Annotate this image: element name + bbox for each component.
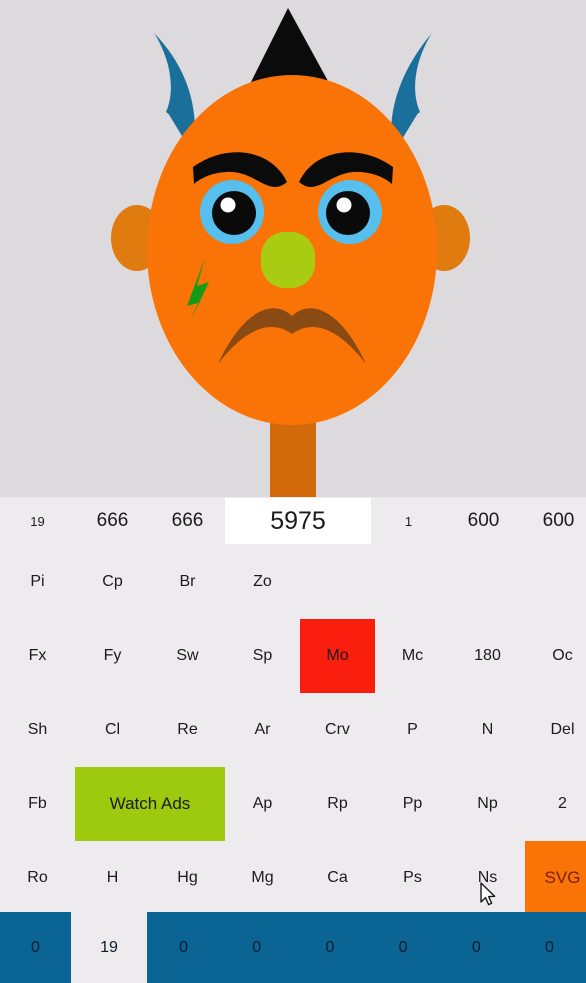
value-cell-0[interactable]: 19 <box>0 497 75 545</box>
keypad-row-fx: Fx Fy Sw Sp Mo Mc 180 Oc <box>0 619 586 693</box>
key-np[interactable]: Np <box>450 767 525 841</box>
key-empty-2 <box>375 545 450 619</box>
key-mg[interactable]: Mg <box>225 841 300 915</box>
key-ca[interactable]: Ca <box>300 841 375 915</box>
status-bar: 0 19 0 0 0 0 0 0 <box>0 912 586 983</box>
key-ns[interactable]: Ns <box>450 841 525 915</box>
key-p[interactable]: P <box>375 693 450 767</box>
values-row: 19 666 666 5975 1 600 600 <box>0 497 586 545</box>
key-pp[interactable]: Pp <box>375 767 450 841</box>
keypad-row-pi: Pi Cp Br Zo <box>0 545 586 619</box>
key-mc[interactable]: Mc <box>375 619 450 693</box>
key-cp[interactable]: Cp <box>75 545 150 619</box>
key-ps[interactable]: Ps <box>375 841 450 915</box>
status-cell-3[interactable]: 0 <box>220 912 294 983</box>
value-cell-6[interactable]: 600 <box>521 497 586 545</box>
key-180[interactable]: 180 <box>450 619 525 693</box>
watch-ads-button[interactable]: Watch Ads <box>75 767 225 841</box>
key-empty-4 <box>525 545 586 619</box>
key-hg[interactable]: Hg <box>150 841 225 915</box>
status-cell-7[interactable]: 0 <box>512 912 586 983</box>
key-empty-3 <box>450 545 525 619</box>
eye-right-pupil <box>326 191 370 235</box>
key-fy[interactable]: Fy <box>75 619 150 693</box>
status-cell-1-active[interactable]: 19 <box>71 912 147 983</box>
control-panel: 19 666 666 5975 1 600 600 Pi Cp Br Zo Fx… <box>0 497 586 915</box>
key-ar[interactable]: Ar <box>225 693 300 767</box>
key-h[interactable]: H <box>75 841 150 915</box>
value-cell-1[interactable]: 666 <box>75 497 150 545</box>
status-cell-0[interactable]: 0 <box>0 912 71 983</box>
status-cell-5[interactable]: 0 <box>366 912 440 983</box>
key-fb[interactable]: Fb <box>0 767 75 841</box>
key-del[interactable]: Del <box>525 693 586 767</box>
eye-right-highlight <box>336 197 352 213</box>
key-n[interactable]: N <box>450 693 525 767</box>
status-cell-2[interactable]: 0 <box>147 912 221 983</box>
key-cl[interactable]: Cl <box>75 693 150 767</box>
key-empty-1 <box>300 545 375 619</box>
key-br[interactable]: Br <box>150 545 225 619</box>
svg-export-button[interactable]: SVG <box>525 841 586 915</box>
keypad-row-fb: Fb Watch Ads Ap Rp Pp Np 2 <box>0 767 586 841</box>
value-cell-5[interactable]: 600 <box>446 497 521 545</box>
key-2[interactable]: 2 <box>525 767 586 841</box>
key-oc[interactable]: Oc <box>525 619 586 693</box>
value-input-focused[interactable]: 5975 <box>225 498 371 544</box>
drawing-canvas[interactable] <box>0 0 586 497</box>
key-rp[interactable]: Rp <box>300 767 375 841</box>
status-cell-4[interactable]: 0 <box>293 912 367 983</box>
key-ap[interactable]: Ap <box>225 767 300 841</box>
value-cell-4[interactable]: 1 <box>371 497 446 545</box>
keypad-row-ro: Ro H Hg Mg Ca Ps Ns SVG <box>0 841 586 915</box>
key-sh[interactable]: Sh <box>0 693 75 767</box>
key-pi[interactable]: Pi <box>0 545 75 619</box>
monster-avatar-illustration <box>111 8 470 497</box>
eye-left-highlight <box>220 197 236 213</box>
monster-nose <box>261 232 315 288</box>
key-crv[interactable]: Crv <box>300 693 375 767</box>
key-ro[interactable]: Ro <box>0 841 75 915</box>
key-fx[interactable]: Fx <box>0 619 75 693</box>
keypad-row-sh: Sh Cl Re Ar Crv P N Del <box>0 693 586 767</box>
status-cell-6[interactable]: 0 <box>439 912 513 983</box>
key-zo[interactable]: Zo <box>225 545 300 619</box>
value-cell-2[interactable]: 666 <box>150 497 225 545</box>
key-sp[interactable]: Sp <box>225 619 300 693</box>
eye-left-pupil <box>212 191 256 235</box>
key-mo-active[interactable]: Mo <box>300 619 375 693</box>
key-re[interactable]: Re <box>150 693 225 767</box>
key-sw[interactable]: Sw <box>150 619 225 693</box>
